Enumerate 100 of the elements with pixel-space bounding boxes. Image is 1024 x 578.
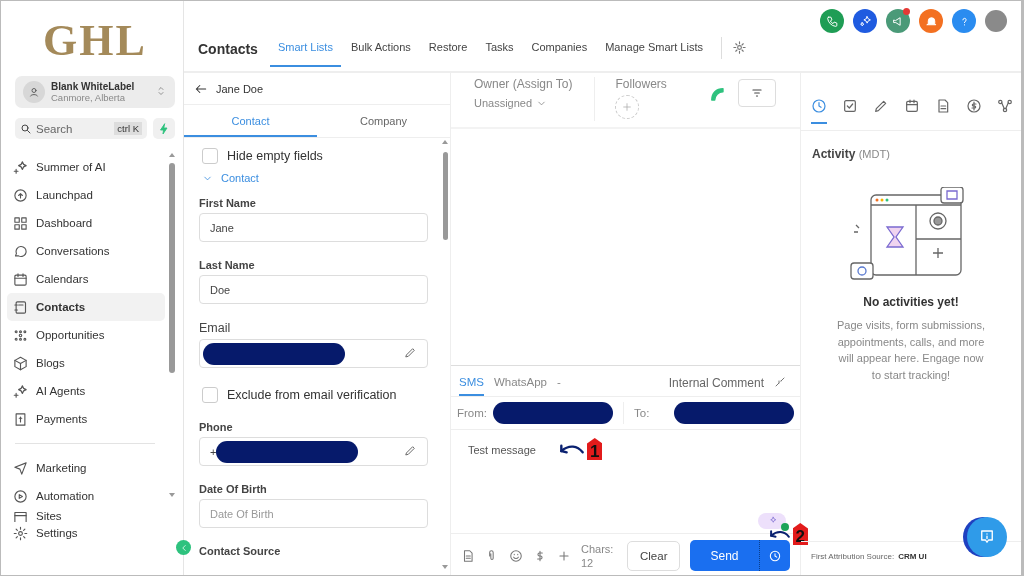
- field-label: Last Name: [199, 259, 256, 271]
- field-label: Email: [199, 321, 232, 335]
- announcements-button[interactable]: [886, 9, 910, 33]
- sparkle-icon: [767, 516, 777, 526]
- nav-item[interactable]: Calendars: [7, 265, 165, 293]
- calendar-icon: [904, 98, 920, 114]
- annotation-badge: 1: [587, 438, 603, 460]
- activity-tab[interactable]: [811, 98, 827, 124]
- pencil-icon: [873, 98, 889, 114]
- checkbox-label: Hide empty fields: [227, 149, 323, 163]
- field-label: Contact Source: [199, 545, 282, 557]
- nav-item[interactable]: Marketing: [7, 454, 165, 482]
- bell-icon: [924, 14, 938, 28]
- document-icon: [935, 98, 951, 114]
- sparkle-icon: [858, 14, 872, 28]
- quick-action-button[interactable]: [153, 118, 175, 139]
- attribution-label: First Attribution Source:: [811, 552, 895, 561]
- nav-item[interactable]: Sites: [7, 510, 165, 522]
- search-icon: [20, 122, 32, 135]
- nav-item[interactable]: Payments: [7, 405, 165, 433]
- field-label: Phone: [199, 421, 234, 433]
- filter-button[interactable]: [738, 79, 776, 107]
- scroll-up-icon[interactable]: [169, 153, 175, 157]
- empty-state-text: Page visits, form submissions, appointments, calls, and more will appear here. Engage now to start tracking!: [836, 318, 986, 383]
- nav-tab[interactable]: Tasks: [477, 41, 522, 67]
- nav-item[interactable]: AI Agents: [7, 377, 165, 405]
- nav-tab[interactable]: Manage Smart Lists: [597, 41, 711, 67]
- channel-tab[interactable]: WhatsApp: [493, 376, 547, 396]
- sparkle-icon: [13, 159, 28, 175]
- nav-item[interactable]: Automation: [7, 482, 165, 510]
- section-toggle[interactable]: Contact: [202, 172, 428, 184]
- send-button[interactable]: Send: [690, 540, 790, 571]
- field-label: First Name: [199, 197, 257, 209]
- phone-button[interactable]: [820, 9, 844, 33]
- account-switcher[interactable]: Blank WhiteLabel Canmore, Alberta: [15, 76, 175, 108]
- page-title: Contacts: [198, 41, 258, 59]
- scroll-up-icon[interactable]: [442, 140, 448, 144]
- nav-tab[interactable]: Companies: [523, 41, 596, 67]
- nav-tab[interactable]: Bulk Actions: [342, 41, 419, 67]
- text-field[interactable]: Jane: [199, 213, 428, 242]
- plus-icon: [622, 102, 633, 112]
- nav-item[interactable]: Blogs: [7, 349, 165, 377]
- clock-icon: [811, 98, 827, 114]
- panel-tab[interactable]: Company: [317, 105, 450, 137]
- scrollbar-thumb[interactable]: [443, 152, 448, 240]
- clear-button[interactable]: Clear: [627, 540, 681, 571]
- channel-tab[interactable]: -: [557, 376, 561, 396]
- help-button[interactable]: [952, 9, 976, 33]
- paper-plane-icon: [13, 460, 28, 476]
- panel-tab[interactable]: Contact: [184, 105, 317, 137]
- chevrons-icon: [155, 85, 167, 97]
- nav-item[interactable]: Conversations: [7, 237, 165, 265]
- checkbox[interactable]: [202, 148, 218, 164]
- attribution-value: CRM UI: [898, 552, 927, 561]
- filter-icon: [750, 86, 764, 100]
- schedule-icon: [767, 548, 782, 563]
- field-label: From:: [457, 407, 488, 419]
- scroll-down-icon[interactable]: [169, 493, 175, 497]
- nav-item[interactable]: Contacts: [7, 293, 165, 321]
- notifications-button[interactable]: [919, 9, 943, 33]
- bolt-icon: [158, 122, 170, 135]
- email-field[interactable]: [199, 339, 428, 368]
- nav-item[interactable]: Summer of AI: [7, 153, 165, 181]
- avatar[interactable]: [985, 10, 1007, 32]
- checkbox-icon: [842, 98, 858, 114]
- smiley-icon: [509, 548, 523, 563]
- shortcut-hint: ctrl K: [114, 122, 142, 135]
- address-book-icon: [13, 299, 28, 315]
- channel-tab[interactable]: SMS: [459, 376, 484, 396]
- nav-tab[interactable]: Smart Lists: [269, 41, 341, 67]
- nav-item[interactable]: Launchpad: [7, 181, 165, 209]
- phone-field[interactable]: +: [199, 437, 428, 466]
- contact-name: Jane Doe: [216, 82, 264, 95]
- scrollbar-thumb[interactable]: [169, 163, 175, 373]
- nav-item[interactable]: Dashboard: [7, 209, 165, 237]
- message-input[interactable]: Test message: [468, 444, 536, 456]
- cube-icon: [13, 355, 28, 371]
- grid-icon: [13, 215, 28, 231]
- checkbox-label: Exclude from email verification: [227, 388, 397, 402]
- dollar-icon: [966, 98, 982, 114]
- collapse-button[interactable]: [176, 540, 191, 555]
- sparkle-icon: [13, 383, 28, 399]
- nav-tab[interactable]: Restore: [420, 41, 476, 67]
- nav-item[interactable]: Opportunities: [7, 321, 165, 349]
- field-label: To:: [634, 407, 650, 419]
- logo: GHL: [42, 15, 148, 66]
- checkbox[interactable]: [202, 387, 218, 403]
- play-circle-icon: [13, 488, 28, 504]
- person-icon: [28, 86, 40, 98]
- dots-icon: [13, 327, 28, 343]
- search-field[interactable]: Search ctrl K: [15, 118, 147, 139]
- ai-button[interactable]: [853, 9, 877, 33]
- settings-link[interactable]: Settings: [13, 522, 165, 544]
- info-bubble-icon: [978, 528, 996, 546]
- help-chat-button[interactable]: [967, 517, 1007, 557]
- channel-tab[interactable]: Internal Comment: [668, 376, 764, 396]
- text-field[interactable]: Doe: [199, 275, 428, 304]
- owner-dropdown[interactable]: Unassigned: [474, 97, 573, 109]
- ai-toggle[interactable]: [758, 513, 786, 529]
- scroll-down-icon[interactable]: [442, 565, 448, 569]
